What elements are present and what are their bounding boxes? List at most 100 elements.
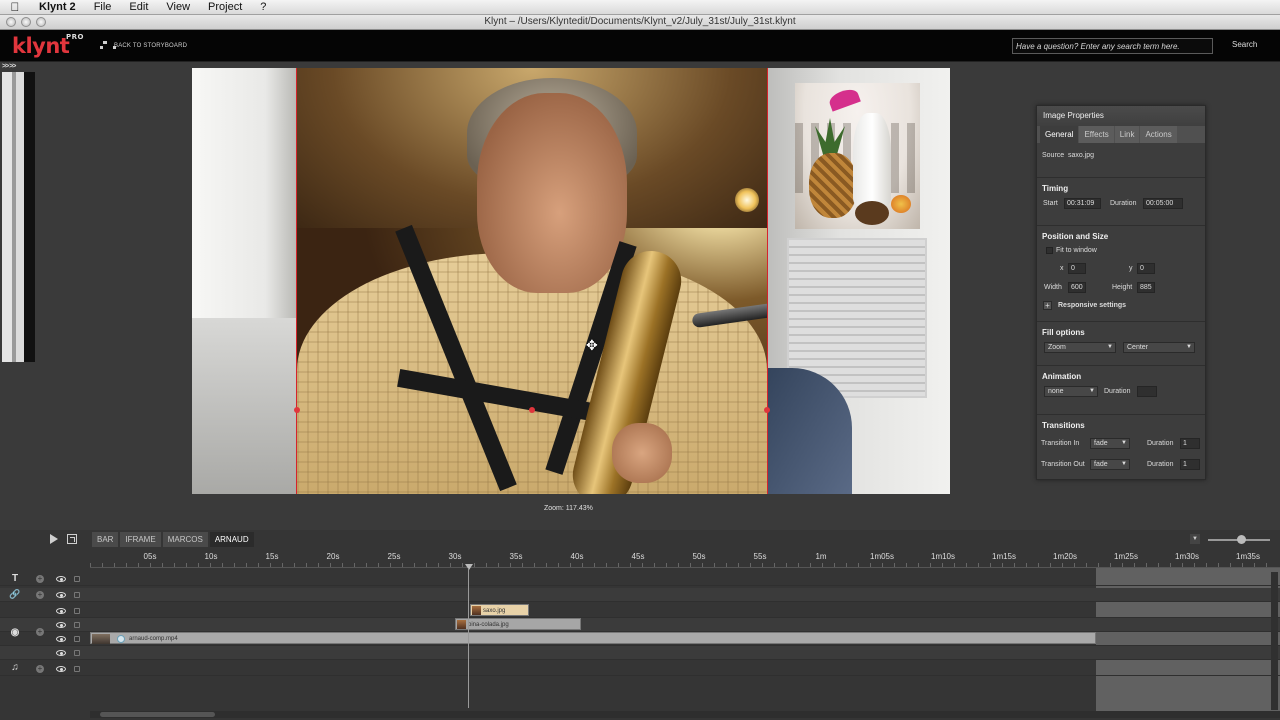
lock-icon[interactable] (74, 622, 80, 628)
tab-general[interactable]: General (1040, 126, 1079, 143)
ruler-tick-mark (714, 563, 715, 567)
resize-handle-left[interactable] (294, 407, 300, 413)
logo-text: klynt (12, 34, 70, 58)
menu-file[interactable]: File (85, 0, 121, 14)
chevron-down-icon: ▼ (1107, 344, 1113, 350)
tab-actions[interactable]: Actions (1140, 126, 1177, 143)
x-field[interactable]: 0 (1068, 263, 1086, 274)
resize-handle-right[interactable] (764, 407, 770, 413)
duration-label: Duration (1110, 200, 1137, 207)
timing-section: Timing Start 00:31:09 Duration 00:05:00 (1037, 177, 1205, 229)
transition-out-select[interactable]: fade ▼ (1090, 459, 1130, 470)
lock-icon[interactable] (74, 608, 80, 614)
ruler-tick-label: 1m10s (930, 552, 956, 561)
duration-field[interactable]: 00:05:00 (1143, 198, 1183, 209)
track-row-image-1 (0, 604, 1280, 618)
transition-out-label: Transition Out (1041, 461, 1085, 468)
search-button[interactable]: Search (1232, 40, 1257, 49)
ruler-tick-mark (342, 563, 343, 567)
fill-align-select[interactable]: Center ▼ (1123, 342, 1195, 353)
tab-effects[interactable]: Effects (1079, 126, 1114, 143)
fill-mode-select[interactable]: Zoom ▼ (1044, 342, 1116, 353)
preview-window-icon[interactable] (67, 534, 77, 544)
clip-arnaud-video[interactable]: arnaud-comp.mp4 (90, 632, 1096, 644)
timeline-horizontal-scrollbar[interactable] (90, 711, 1280, 718)
responsive-settings-label[interactable]: Responsive settings (1058, 302, 1126, 309)
ruler-tick-mark (918, 563, 919, 567)
sequence-tab-iframe[interactable]: IFRAME (120, 532, 161, 547)
back-to-storyboard-link[interactable]: BACK TO STORYBOARD (100, 41, 187, 50)
transition-in-duration-field[interactable]: 1 (1180, 438, 1200, 449)
eye-icon[interactable] (56, 592, 66, 598)
time-ruler[interactable]: 05s 10s 15s 20s 25s 30s 35s 40s 45s 50s 55s 1m 1m05s… (90, 550, 1280, 568)
track-row-link: 🔗 + (0, 588, 1280, 602)
help-search-input[interactable] (1012, 38, 1213, 54)
eye-icon[interactable] (56, 636, 66, 642)
sequence-tab-marcos[interactable]: MARCOS (162, 532, 208, 547)
eye-icon[interactable] (56, 576, 66, 582)
transition-in-duration-label: Duration (1147, 440, 1174, 447)
animation-select[interactable]: none ▼ (1044, 386, 1098, 397)
add-audio-button[interactable]: + (36, 665, 44, 673)
expand-panel-toggle[interactable]: >> >> (2, 63, 36, 72)
timeline-vertical-scrollbar[interactable] (1271, 572, 1278, 710)
scrollbar-thumb[interactable] (100, 712, 215, 717)
lock-icon[interactable] (74, 576, 80, 582)
transition-out-duration-field[interactable]: 1 (1180, 459, 1200, 470)
playhead-handle[interactable] (465, 564, 473, 570)
panel-title: Image Properties (1037, 106, 1205, 126)
timeline-zoom-dropdown[interactable]: ▼ (1190, 534, 1200, 544)
text-icon: T (11, 573, 19, 584)
eye-icon[interactable] (56, 608, 66, 614)
ruler-tick-mark (1170, 563, 1171, 567)
selected-image-saxophonist[interactable] (296, 68, 768, 494)
fit-to-window-checkbox[interactable] (1046, 247, 1053, 254)
tab-link[interactable]: Link (1114, 126, 1140, 143)
clip-thumbnail (92, 634, 110, 644)
menu-project[interactable]: Project (199, 0, 251, 14)
sequence-tab-arnaud[interactable]: ARNAUD (209, 532, 254, 547)
clip-pina-colada[interactable]: pina-colada.jpg (455, 618, 581, 630)
menu-edit[interactable]: Edit (120, 0, 157, 14)
menu-help[interactable]: ? (251, 0, 275, 14)
clip-label: arnaud-comp.mp4 (129, 636, 178, 642)
width-field[interactable]: 600 (1068, 282, 1086, 293)
lock-icon[interactable] (74, 592, 80, 598)
lock-icon[interactable] (74, 666, 80, 672)
pina-colada-image[interactable] (795, 83, 920, 229)
ruler-tick-mark (642, 563, 643, 567)
menu-view[interactable]: View (157, 0, 199, 14)
sequence-tab-bar[interactable]: BAR (92, 532, 119, 547)
eye-icon[interactable] (56, 666, 66, 672)
close-window-button[interactable] (6, 17, 16, 27)
source-value: saxo.jpg (1068, 152, 1095, 159)
add-media-button[interactable]: + (36, 628, 44, 636)
ruler-tick-label: 30s (448, 552, 462, 561)
add-text-button[interactable]: + (36, 575, 44, 583)
expand-responsive-button[interactable]: + (1043, 301, 1052, 310)
resize-handle-bottom[interactable] (529, 407, 535, 413)
clip-saxo[interactable]: saxo.jpg (470, 604, 529, 616)
lock-icon[interactable] (74, 636, 80, 642)
start-field[interactable]: 00:31:09 (1064, 198, 1101, 209)
y-field[interactable]: 0 (1137, 263, 1155, 274)
menu-app[interactable]: Klynt 2 (30, 0, 85, 14)
apple-icon[interactable]:  (0, 0, 30, 14)
zoom-window-button[interactable] (36, 17, 46, 27)
timeline-zoom-knob[interactable] (1237, 535, 1246, 544)
add-link-button[interactable]: + (36, 591, 44, 599)
ruler-tick-mark (138, 563, 139, 567)
fill-title: Fill options (1042, 328, 1085, 337)
ruler-tick-mark (462, 563, 463, 567)
image-properties-panel: Image Properties General Effects Link Ac… (1036, 105, 1206, 480)
ruler-tick-mark (426, 563, 427, 567)
eye-icon[interactable] (56, 622, 66, 628)
minimize-window-button[interactable] (21, 17, 31, 27)
transition-in-select[interactable]: fade ▼ (1090, 438, 1130, 449)
play-icon[interactable] (50, 534, 58, 544)
lock-icon[interactable] (74, 650, 80, 656)
animation-duration-field[interactable] (1137, 386, 1157, 397)
height-field[interactable]: 885 (1137, 282, 1155, 293)
collapsed-library-panel[interactable] (2, 72, 35, 362)
eye-icon[interactable] (56, 650, 66, 656)
